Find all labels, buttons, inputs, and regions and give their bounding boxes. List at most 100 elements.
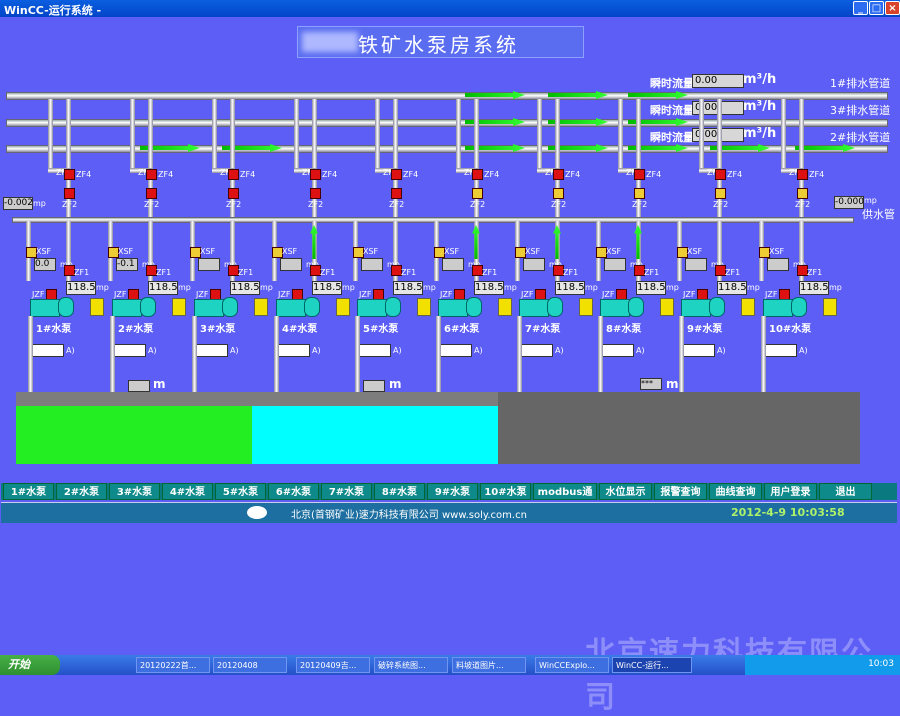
- taskbar-item[interactable]: 破碎系统图...: [374, 657, 448, 673]
- zf2-valve-icon[interactable]: [472, 188, 483, 199]
- nav-button[interactable]: 10#水泵: [480, 483, 531, 500]
- nav-button[interactable]: 2#水泵: [56, 483, 107, 500]
- pump-current-unit: A): [393, 346, 402, 355]
- riser-pipe: [781, 99, 786, 169]
- flow-unit: m³/h: [743, 99, 777, 114]
- main-title-text: 铁矿水泵房系统: [358, 33, 519, 57]
- zf4-label: ZF4: [484, 170, 500, 179]
- pump-status-icon: [90, 298, 104, 316]
- nav-button[interactable]: 7#水泵: [321, 483, 372, 500]
- riser-pipe: [618, 99, 623, 169]
- pump-pressure: [280, 258, 302, 271]
- flow-value: 0.00: [692, 74, 744, 88]
- zf2-valve-icon[interactable]: [146, 188, 157, 199]
- pump-icon[interactable]: [600, 297, 646, 317]
- pump-icon[interactable]: [30, 297, 76, 317]
- pump-status-icon: [579, 298, 593, 316]
- taskbar-item[interactable]: 20120409吉...: [296, 657, 370, 673]
- pump-label[interactable]: 6#水泵: [444, 320, 479, 335]
- pump-motor: [438, 299, 468, 317]
- taskbar-item[interactable]: 20120222首...: [136, 657, 210, 673]
- pump-icon[interactable]: [438, 297, 484, 317]
- zf3-valve-icon[interactable]: [715, 169, 726, 180]
- zf2-valve-icon[interactable]: [797, 188, 808, 199]
- zf3-valve-icon[interactable]: [553, 169, 564, 180]
- zf2-valve-icon[interactable]: [634, 188, 645, 199]
- close-button[interactable]: ×: [885, 1, 900, 15]
- nav-button[interactable]: 用户登录: [764, 483, 817, 500]
- pump-icon[interactable]: [763, 297, 809, 317]
- pump-label[interactable]: 2#水泵: [118, 320, 153, 335]
- flow-unit: m³/h: [743, 126, 777, 141]
- nav-button[interactable]: 5#水泵: [215, 483, 266, 500]
- minimize-button[interactable]: _: [853, 1, 868, 15]
- zf2-valve-icon[interactable]: [391, 188, 402, 199]
- nav-button[interactable]: 6#水泵: [268, 483, 319, 500]
- pump-label[interactable]: 3#水泵: [200, 320, 235, 335]
- company-info: 北京(首钢矿业)速力科技有限公司 www.soly.com.cn: [291, 510, 527, 521]
- taskbar-item[interactable]: WinCC-运行...: [612, 657, 692, 673]
- taskbar-item[interactable]: WinCCExplo...: [535, 657, 609, 673]
- pump-icon[interactable]: [357, 297, 403, 317]
- zf3-valve-icon[interactable]: [472, 169, 483, 180]
- pump-label[interactable]: 8#水泵: [606, 320, 641, 335]
- pump-label[interactable]: 4#水泵: [282, 320, 317, 335]
- pump-pressure: [523, 258, 545, 271]
- riser-pipe: [537, 99, 542, 169]
- zf3-valve-icon[interactable]: [634, 169, 645, 180]
- zf3-valve-icon[interactable]: [64, 169, 75, 180]
- nav-button[interactable]: modbus通信: [533, 483, 597, 515]
- maximize-button[interactable]: □: [869, 1, 884, 15]
- pump-icon[interactable]: [194, 297, 240, 317]
- pump-label[interactable]: 1#水泵: [36, 320, 71, 335]
- pump-current-value: [765, 344, 797, 357]
- pump-pressure: [198, 258, 220, 271]
- pump-label[interactable]: 9#水泵: [687, 320, 722, 335]
- pump-casing: [628, 297, 644, 317]
- pump-icon[interactable]: [519, 297, 565, 317]
- nav-button[interactable]: 3#水泵: [109, 483, 160, 500]
- riser-pipe: [212, 99, 217, 169]
- nav-button[interactable]: 1#水泵: [3, 483, 54, 500]
- zf3-valve-icon[interactable]: [391, 169, 402, 180]
- pump-icon[interactable]: [276, 297, 322, 317]
- zf3-valve-icon[interactable]: [797, 169, 808, 180]
- supply-pipe: [12, 217, 854, 223]
- zf3-valve-icon[interactable]: [146, 169, 157, 180]
- pump-current-value: [683, 344, 715, 357]
- zf2-valve-icon[interactable]: [310, 188, 321, 199]
- nav-button[interactable]: 退出: [819, 483, 872, 500]
- taskbar-item[interactable]: 料坡道图片...: [452, 657, 526, 673]
- zf2-valve-icon[interactable]: [228, 188, 239, 199]
- zf4-label: ZF4: [403, 170, 419, 179]
- xsf-label: XSF: [444, 247, 460, 256]
- xsf-label: XSF: [363, 247, 379, 256]
- zf3-valve-icon[interactable]: [310, 169, 321, 180]
- tank-level-3: ***: [640, 378, 662, 390]
- pump-current-unit: A): [474, 346, 483, 355]
- nav-button[interactable]: 报警查询: [654, 483, 707, 500]
- start-button[interactable]: 开始: [0, 655, 60, 675]
- pump-current-unit: A): [799, 346, 808, 355]
- zf3-valve-icon[interactable]: [228, 169, 239, 180]
- pump-label[interactable]: 7#水泵: [525, 320, 560, 335]
- pump-icon[interactable]: [112, 297, 158, 317]
- zf2-valve-icon[interactable]: [715, 188, 726, 199]
- xsf-label: XSF: [118, 247, 134, 256]
- pump-icon[interactable]: [681, 297, 727, 317]
- pump-label[interactable]: 5#水泵: [363, 320, 398, 335]
- nav-button[interactable]: 曲线查询: [709, 483, 762, 500]
- xsf-label: XSF: [687, 247, 703, 256]
- nav-button[interactable]: 4#水泵: [162, 483, 213, 500]
- zf2-valve-icon[interactable]: [64, 188, 75, 199]
- zf2-valve-icon[interactable]: [553, 188, 564, 199]
- zf4-label: ZF4: [240, 170, 256, 179]
- taskbar-item[interactable]: 20120408: [213, 657, 287, 673]
- tank-level-unit-2: m: [389, 377, 402, 391]
- pump-casing: [385, 297, 401, 317]
- nav-button[interactable]: 8#水泵: [374, 483, 425, 500]
- nav-button[interactable]: 水位显示: [599, 483, 652, 500]
- tank-water-1: [16, 406, 252, 464]
- nav-button[interactable]: 9#水泵: [427, 483, 478, 500]
- pump-label[interactable]: 10#水泵: [769, 320, 811, 335]
